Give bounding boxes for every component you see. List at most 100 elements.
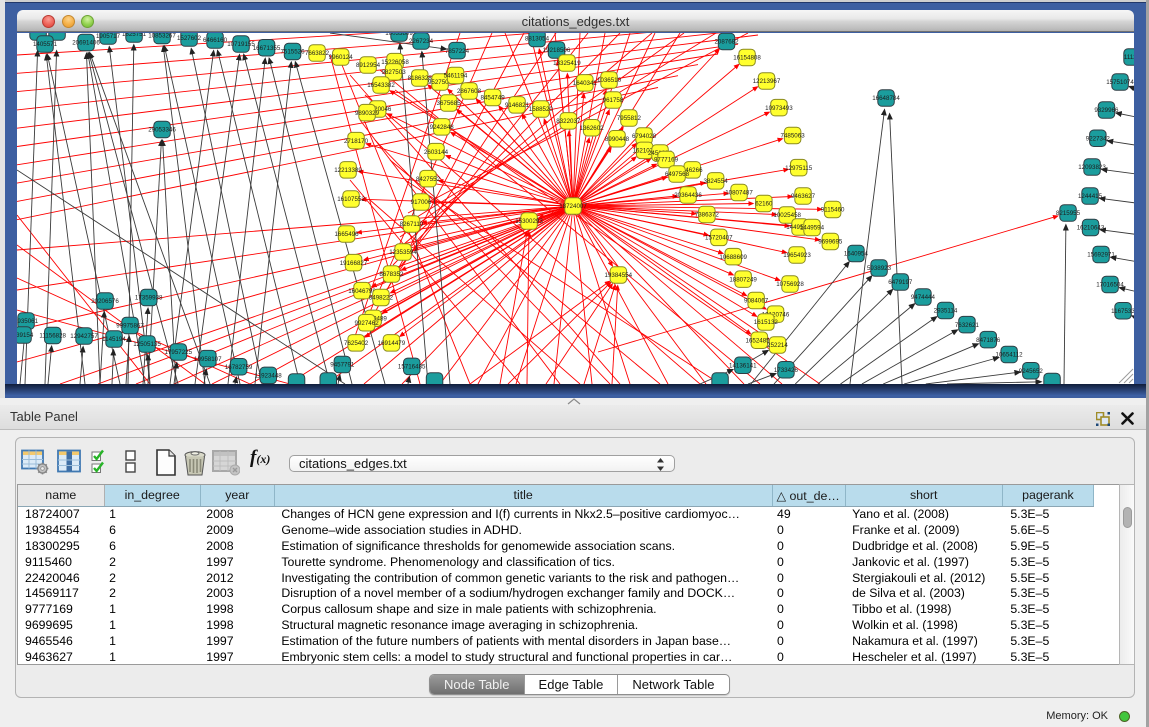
svg-text:939154: 939154 [17, 332, 34, 339]
svg-text:16154808: 16154808 [733, 55, 761, 62]
svg-text:6466160: 6466160 [203, 37, 228, 44]
svg-text:8912954: 8912954 [356, 62, 381, 69]
svg-text:1640342: 1640342 [573, 80, 598, 87]
svg-text:18807249: 18807249 [729, 276, 757, 283]
svg-text:62160: 62160 [755, 201, 773, 208]
svg-text:7625402: 7625402 [344, 340, 369, 347]
svg-text:9115460: 9115460 [821, 207, 845, 214]
svg-text:15720407: 15720407 [705, 235, 733, 242]
svg-text:2935114: 2935114 [934, 308, 958, 315]
svg-text:15716485: 15716485 [398, 364, 426, 371]
svg-text:6497568: 6497568 [665, 171, 690, 178]
svg-text:7632621: 7632621 [955, 322, 980, 329]
svg-text:12213967: 12213967 [753, 78, 781, 85]
svg-text:16671355: 16671355 [253, 45, 281, 52]
svg-text:16782759: 16782759 [225, 364, 253, 371]
svg-text:13325419: 13325419 [553, 60, 581, 67]
svg-text:16543382: 16543382 [367, 82, 395, 89]
svg-text:9227342: 9227342 [1086, 135, 1111, 142]
svg-text:20691406: 20691406 [72, 40, 100, 47]
svg-text:7515526: 7515526 [280, 49, 305, 56]
svg-text:9245652: 9245652 [1019, 368, 1044, 375]
svg-text:1905717: 1905717 [96, 33, 121, 40]
svg-text:8427552: 8427552 [416, 176, 441, 183]
svg-text:9827503: 9827503 [382, 69, 407, 76]
svg-text:8322037: 8322037 [556, 118, 581, 125]
svg-text:1362602: 1362602 [580, 125, 605, 132]
svg-text:10958107: 10958107 [194, 356, 222, 363]
svg-text:16033809: 16033809 [385, 33, 413, 37]
svg-text:917006: 917006 [411, 199, 432, 206]
svg-text:8215955: 8215955 [1056, 210, 1081, 217]
svg-text:11124: 11124 [1124, 54, 1134, 61]
svg-text:8813054: 8813054 [525, 36, 550, 43]
svg-text:16648784: 16648784 [872, 95, 900, 102]
svg-text:2603144: 2603144 [424, 149, 449, 156]
svg-text:17359938: 17359938 [135, 295, 163, 302]
svg-text:15300293: 15300293 [515, 218, 543, 225]
svg-text:2718170: 2718170 [344, 138, 369, 145]
svg-text:3824554: 3824554 [704, 178, 729, 185]
svg-text:10756928: 10756928 [776, 281, 804, 288]
svg-text:12505135: 12505135 [133, 341, 161, 348]
svg-text:8267110: 8267110 [400, 221, 424, 228]
svg-text:15751074: 15751074 [1106, 79, 1134, 86]
svg-text:3675685: 3675685 [437, 100, 462, 107]
svg-text:10688609: 10688609 [719, 254, 747, 261]
svg-text:7663822: 7663822 [305, 50, 330, 57]
svg-text:17957225: 17957225 [165, 349, 193, 356]
svg-text:8454749: 8454749 [481, 95, 506, 102]
svg-text:1244415: 1244415 [1078, 193, 1103, 200]
svg-text:7485063: 7485063 [781, 133, 806, 140]
svg-text:9927462: 9927462 [355, 320, 380, 327]
svg-text:7955812: 7955812 [617, 115, 642, 122]
svg-text:20206576: 20206576 [91, 298, 119, 305]
svg-text:12093823: 12093823 [1078, 164, 1106, 171]
svg-text:252214: 252214 [767, 342, 788, 349]
svg-text:19218506: 19218506 [543, 47, 571, 54]
svg-text:9463627: 9463627 [791, 193, 816, 200]
svg-text:9329966: 9329966 [1094, 107, 1119, 114]
svg-text:16914479: 16914479 [378, 340, 406, 347]
svg-text:1588520: 1588520 [529, 106, 554, 113]
svg-text:9084067: 9084067 [744, 298, 769, 305]
svg-text:1036510: 1036510 [597, 77, 622, 84]
svg-text:961758: 961758 [603, 97, 624, 104]
svg-text:7857224: 7857224 [445, 48, 470, 55]
svg-text:12975115: 12975115 [785, 165, 813, 172]
svg-text:8678352: 8678352 [379, 271, 404, 278]
svg-text:1665496: 1665496 [334, 231, 359, 238]
svg-text:19654923: 19654923 [783, 252, 811, 259]
svg-text:9474444: 9474444 [911, 294, 936, 301]
svg-text:1935061: 1935061 [17, 318, 39, 325]
svg-text:11923448: 11923448 [255, 373, 283, 380]
svg-text:5461194: 5461194 [444, 73, 468, 80]
svg-text:6794028: 6794028 [632, 133, 657, 140]
svg-text:6479197: 6479197 [888, 279, 913, 286]
svg-text:9890329: 9890329 [355, 110, 380, 117]
svg-text:9960124: 9960124 [329, 54, 354, 61]
svg-text:20364436: 20364436 [674, 192, 702, 199]
svg-text:1527602: 1527602 [177, 35, 202, 42]
svg-text:10654112: 10654112 [996, 352, 1024, 359]
svg-text:5938923: 5938923 [867, 265, 892, 272]
svg-text:10807487: 10807487 [725, 190, 753, 197]
svg-text:99975867: 99975867 [116, 323, 144, 330]
svg-text:12942757: 12942757 [70, 333, 98, 340]
svg-text:19384554: 19384554 [605, 272, 633, 279]
svg-text:11156828: 11156828 [39, 333, 66, 340]
svg-text:2087682: 2087682 [714, 39, 739, 46]
svg-text:9699695: 9699695 [818, 239, 843, 246]
svg-text:19166827: 19166827 [340, 260, 368, 267]
svg-text:8498222: 8498222 [369, 295, 394, 302]
svg-text:9457791: 9457791 [330, 362, 355, 369]
svg-text:8990448: 8990448 [605, 136, 630, 143]
svg-text:1405571: 1405571 [33, 41, 58, 48]
svg-text:1145194: 1145194 [102, 336, 126, 343]
svg-text:12353594: 12353594 [389, 249, 417, 256]
svg-text:1449594: 1449594 [800, 225, 825, 232]
svg-text:16107552: 16107552 [337, 196, 365, 203]
svg-text:18724007: 18724007 [559, 203, 587, 210]
svg-text:1640954: 1640954 [844, 251, 869, 258]
svg-text:1615132: 1615132 [754, 319, 779, 326]
